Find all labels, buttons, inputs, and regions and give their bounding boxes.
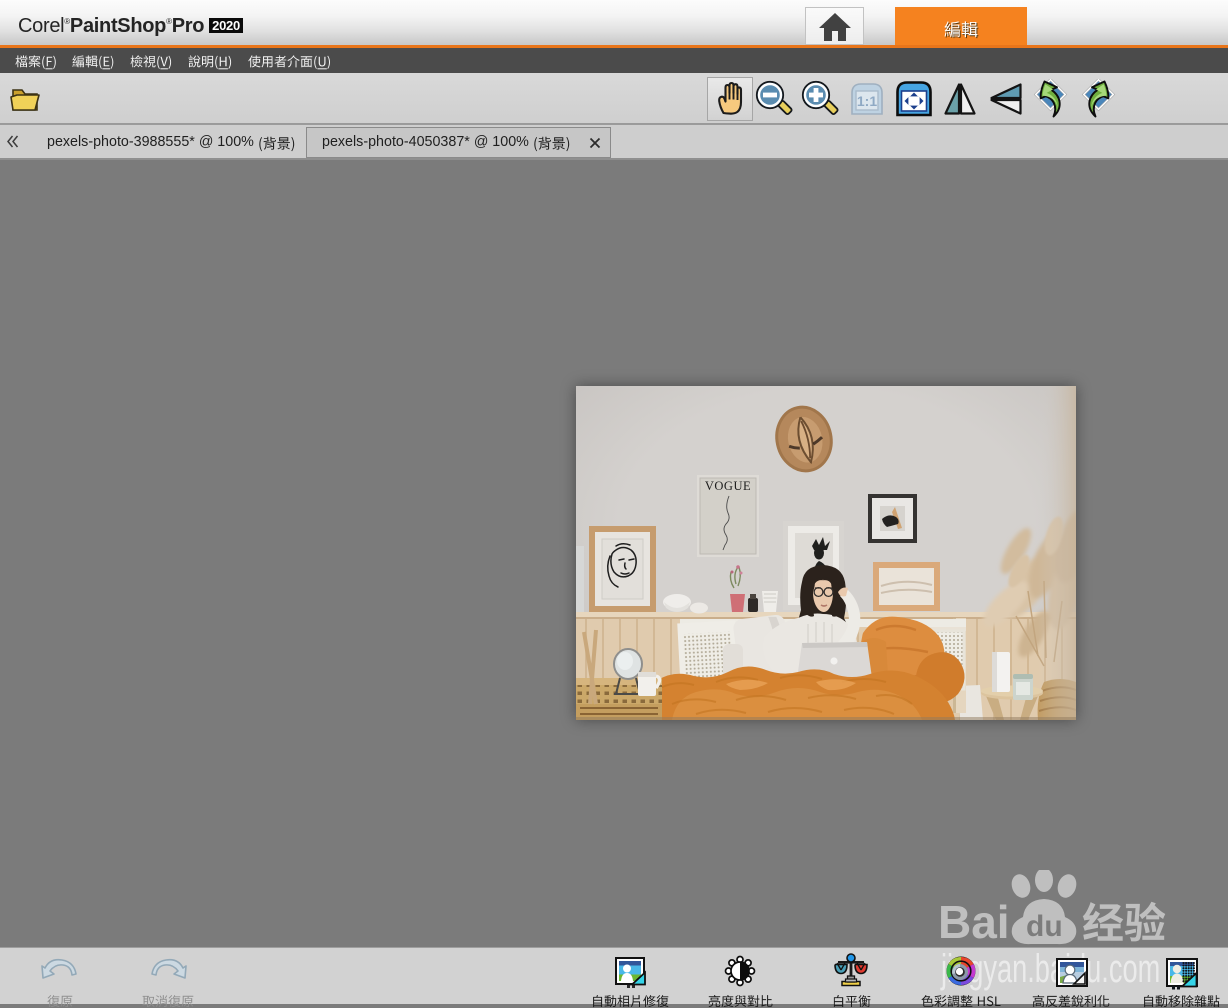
svg-text:Bai: Bai: [938, 896, 1010, 948]
svg-text:du: du: [1026, 910, 1063, 943]
svg-text:1:1: 1:1: [857, 93, 877, 109]
svg-text:VOGUE: VOGUE: [705, 479, 751, 493]
